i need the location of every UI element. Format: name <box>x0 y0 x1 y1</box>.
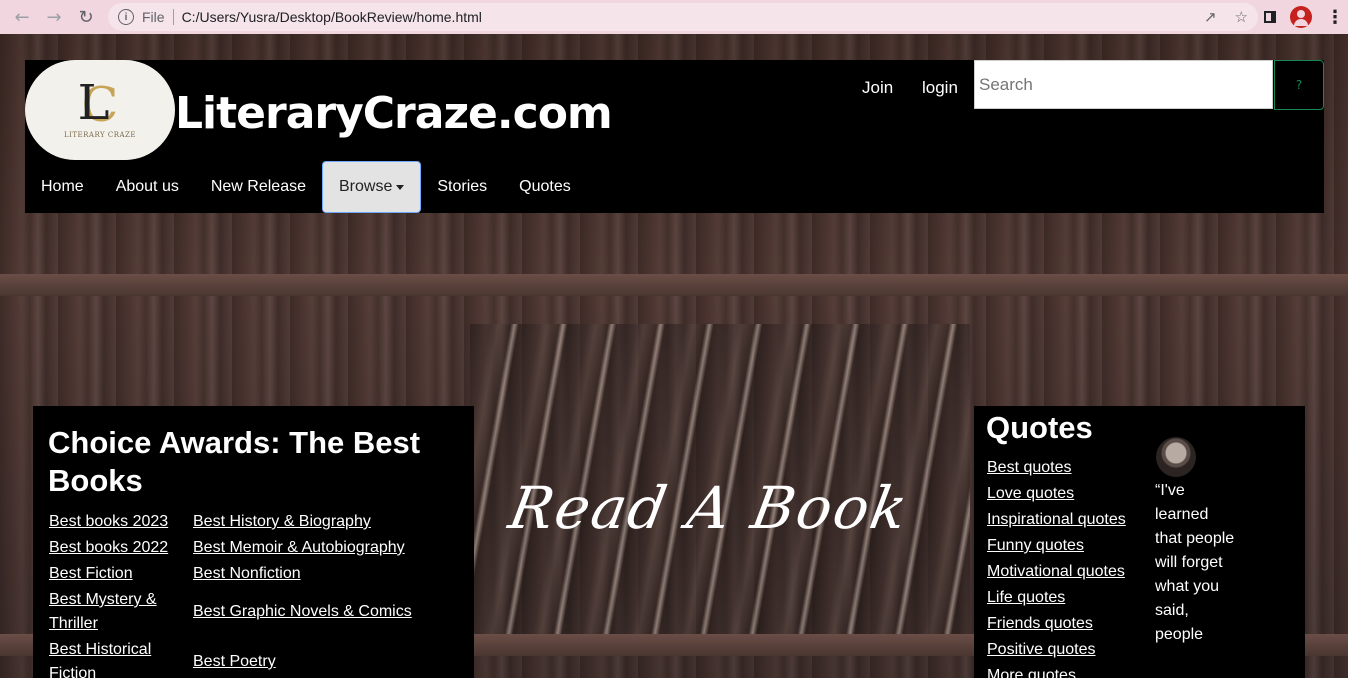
award-link[interactable]: Best Poetry <box>193 650 463 674</box>
caret-down-icon <box>396 184 405 190</box>
quote-link[interactable]: More quotes... <box>987 663 1126 678</box>
award-link[interactable]: Best books 2022 <box>49 536 179 560</box>
back-arrow-icon[interactable]: ← <box>6 1 38 33</box>
join-link[interactable]: Join <box>862 78 893 98</box>
award-link[interactable]: Best Mystery & Thriller <box>49 588 179 636</box>
awards-column-2: Best History & Biography Best Memoir & A… <box>193 510 463 674</box>
quotes-links: Best quotes Love quotes Inspirational qu… <box>987 455 1126 678</box>
nav-new-release[interactable]: New Release <box>195 161 322 213</box>
reload-icon[interactable]: ↻ <box>70 1 102 33</box>
nav-about-us[interactable]: About us <box>100 161 195 213</box>
share-icon[interactable]: ↗ <box>1204 8 1217 26</box>
site-header: CL LITERARY CRAZE LiteraryCraze.com Join… <box>25 60 1324 213</box>
award-link[interactable]: Best Historical Fiction <box>49 638 179 678</box>
bookshelf-plank <box>0 274 1348 296</box>
choice-awards-panel: Choice Awards: The Best Books Best books… <box>33 406 474 678</box>
nav-stories[interactable]: Stories <box>421 161 503 213</box>
award-link[interactable]: Best Fiction <box>49 562 179 586</box>
site-title: LiteraryCraze.com <box>175 88 613 139</box>
search-button[interactable]: ? <box>1274 60 1324 110</box>
nav-home[interactable]: Home <box>25 161 100 213</box>
awards-column-1: Best books 2023 Best books 2022 Best Fic… <box>49 510 179 678</box>
address-divider <box>172 9 174 25</box>
quote-link[interactable]: Funny quotes <box>987 533 1126 559</box>
read-a-book-heading: Read A Book <box>504 474 915 542</box>
login-link[interactable]: login <box>922 78 958 98</box>
award-link[interactable]: Best History & Biography <box>193 510 463 534</box>
main-nav: Home About us New Release Browse Stories… <box>25 161 587 213</box>
quote-link[interactable]: Inspirational quotes <box>987 507 1126 533</box>
nav-quotes[interactable]: Quotes <box>503 161 587 213</box>
url-scheme-label: File <box>142 9 165 25</box>
award-link[interactable]: Best books 2023 <box>49 510 179 534</box>
quotes-panel: Quotes Best quotes Love quotes Inspirati… <box>974 406 1305 678</box>
site-info-icon[interactable]: i <box>118 9 134 25</box>
author-portrait <box>1156 437 1196 477</box>
logo-monogram: CL <box>77 75 119 133</box>
quote-link[interactable]: Friends quotes <box>987 611 1126 637</box>
award-link[interactable]: Best Memoir & Autobiography <box>193 536 463 560</box>
bookmark-star-icon[interactable]: ☆ <box>1235 8 1248 26</box>
url-text[interactable]: C:/Users/Yusra/Desktop/BookReview/home.h… <box>182 9 482 25</box>
award-link[interactable]: Best Nonfiction <box>193 562 463 586</box>
address-bar[interactable]: i File C:/Users/Yusra/Desktop/BookReview… <box>108 3 1258 31</box>
quote-link[interactable]: Best quotes <box>987 455 1126 481</box>
quotes-title: Quotes <box>986 410 1093 445</box>
page-background: CL LITERARY CRAZE LiteraryCraze.com Join… <box>0 34 1348 678</box>
award-link[interactable]: Best Graphic Novels & Comics <box>193 600 463 624</box>
site-logo[interactable]: CL LITERARY CRAZE <box>25 60 175 160</box>
menu-kebab-icon[interactable]: ⋮ <box>1326 7 1344 28</box>
quote-link[interactable]: Life quotes <box>987 585 1126 611</box>
nav-browse-label: Browse <box>339 178 393 195</box>
forward-arrow-icon[interactable]: → <box>38 1 70 33</box>
nav-browse-dropdown[interactable]: Browse <box>322 161 422 213</box>
browser-toolbar: ← → ↻ i File C:/Users/Yusra/Desktop/Book… <box>0 0 1348 34</box>
featured-quote-text: “I've learned that people will forget wh… <box>1155 482 1235 643</box>
side-panel-icon[interactable] <box>1264 11 1276 23</box>
quote-link[interactable]: Love quotes <box>987 481 1126 507</box>
quote-link[interactable]: Motivational quotes <box>987 559 1126 585</box>
quote-link[interactable]: Positive quotes <box>987 637 1126 663</box>
choice-awards-title: Choice Awards: The Best Books <box>48 425 421 498</box>
profile-avatar-icon[interactable] <box>1290 6 1312 28</box>
search-input[interactable] <box>974 60 1273 109</box>
